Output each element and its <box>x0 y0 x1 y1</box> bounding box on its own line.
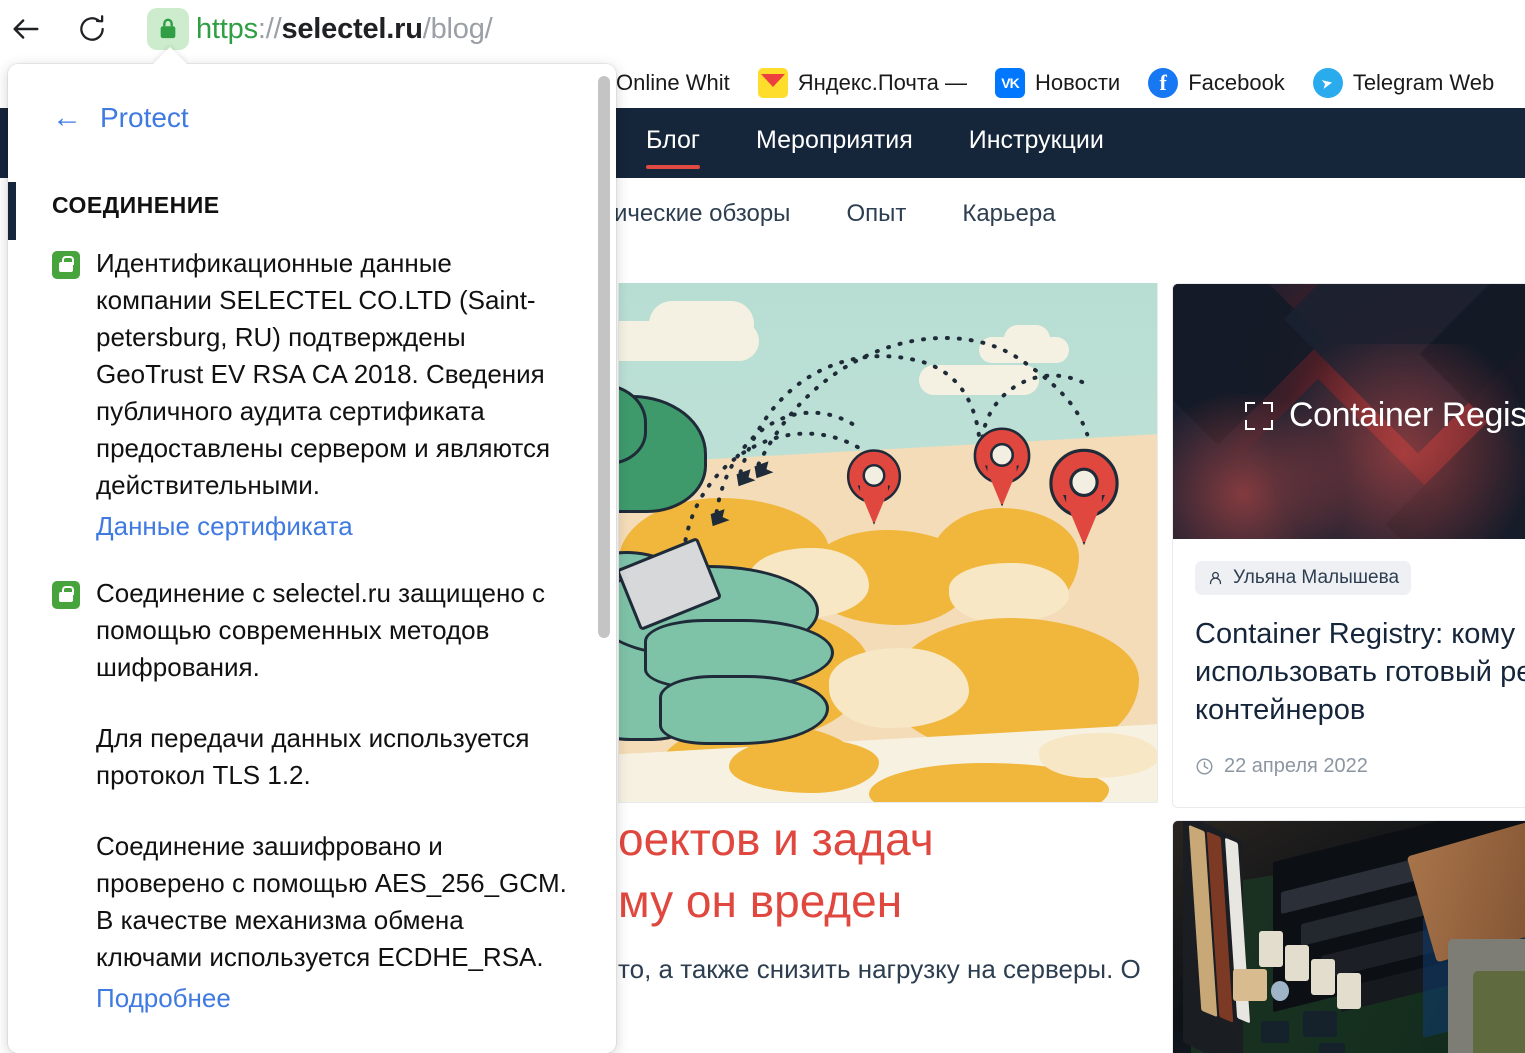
back-arrow-icon: ← <box>52 103 82 133</box>
bookmark-facebook[interactable]: f Facebook <box>1134 63 1299 103</box>
bookmark-label: Яндекс.Почта — <box>798 70 967 96</box>
cloud-icon <box>1004 325 1050 353</box>
browser-window: Блог Мероприятия Инструкции ические обзо… <box>0 0 1525 1053</box>
bookmark-vk-news[interactable]: VK Новости <box>981 63 1134 103</box>
popup-section-connection-title: СОЕДИНЕНИЕ <box>52 192 572 219</box>
map-pin-icon <box>847 449 901 524</box>
person-icon <box>1207 570 1224 587</box>
map-pin-icon <box>974 427 1031 506</box>
card-title[interactable]: Container Registry: кому нуже использова… <box>1195 615 1525 729</box>
back-arrow-icon[interactable] <box>4 7 48 51</box>
bookmark-label: Online Whit <box>616 70 730 96</box>
yandex-mail-icon <box>758 68 788 98</box>
headline-excerpt: то, а также снизить нагрузку на серверы.… <box>618 954 1163 985</box>
hero-illustration[interactable] <box>618 283 1158 803</box>
card-date-text: 22 апреля 2022 <box>1224 755 1368 778</box>
card-thumbnail-label: Container Registry <box>1245 396 1525 435</box>
protect-popup: ← Protect СОЕДИНЕНИЕ Идентификационные д… <box>8 64 616 1053</box>
article-card-hardware[interactable] <box>1172 820 1525 1053</box>
certificate-details-link[interactable]: Данные сертификата <box>96 508 572 545</box>
bookmark-label: Facebook <box>1188 70 1285 96</box>
article-headline[interactable]: оектов и задач му он вреден то, а также … <box>618 808 1163 985</box>
url-separator: :// <box>258 13 282 46</box>
clock-icon <box>1195 757 1214 776</box>
card-date: 22 апреля 2022 <box>1195 755 1525 778</box>
lock-icon <box>52 581 80 609</box>
bookmark-telegram-web[interactable]: Telegram Web <box>1299 63 1508 103</box>
bookmark-label: Новости <box>1035 70 1120 96</box>
subnav-item-reviews[interactable]: ические обзоры <box>586 200 818 228</box>
headline-line-1: оектов и задач <box>618 808 1163 870</box>
popup-scrollbar[interactable] <box>598 76 610 638</box>
vk-icon: VK <box>995 68 1025 98</box>
card-author-chip[interactable]: Ульяна Малышева <box>1195 561 1411 595</box>
reload-icon[interactable] <box>70 7 114 51</box>
card-thumbnail-photo <box>1173 821 1525 1053</box>
facebook-icon: f <box>1148 68 1178 98</box>
article-card-container-registry[interactable]: Container Registry Ульяна Малышева Conta… <box>1172 283 1525 808</box>
card-title-line-3: контейнеров <box>1195 691 1525 729</box>
popup-left-edge-artifact <box>8 182 16 240</box>
headline-line-2: му он вреден <box>618 870 1163 932</box>
lock-icon <box>52 251 80 279</box>
url-text[interactable]: https://selectel.ru/blog/ <box>196 9 492 49</box>
browser-omnibar: https://selectel.ru/blog/ <box>0 0 1525 58</box>
map-pin-icon <box>1049 449 1118 546</box>
cloud-icon <box>919 365 1039 395</box>
popup-encryption-row: Соединение с selectel.ru защищено с помо… <box>52 575 572 1017</box>
more-details-link[interactable]: Подробнее <box>96 980 572 1017</box>
popup-cipher-text: Соединение зашифровано и проверено с пом… <box>96 828 572 976</box>
bookmark-label: Telegram Web <box>1353 70 1494 96</box>
subnav-item-career[interactable]: Карьера <box>934 200 1083 228</box>
url-path: /blog/ <box>423 13 493 46</box>
telegram-icon <box>1313 68 1343 98</box>
popup-back-label: Protect <box>100 102 189 134</box>
cloud-icon <box>649 301 754 347</box>
topnav-item-instructions[interactable]: Инструкции <box>941 108 1132 155</box>
card-title-line-2: использовать готовый реест <box>1195 653 1525 691</box>
url-scheme: https <box>196 13 258 46</box>
container-registry-text: Container Registry <box>1289 396 1525 435</box>
bookmark-online-whiteboard[interactable]: Online Whit <box>606 63 744 103</box>
popup-connection-text: Соединение с selectel.ru защищено с помо… <box>96 575 572 686</box>
topnav-item-events[interactable]: Мероприятия <box>728 108 941 155</box>
container-registry-icon <box>1245 402 1273 430</box>
popup-back-button[interactable]: ← Protect <box>52 102 572 134</box>
url-host: selectel.ru <box>281 13 422 46</box>
card-thumbnail: Container Registry <box>1173 284 1525 539</box>
card-title-line-1: Container Registry: кому нуже <box>1195 615 1525 653</box>
topnav-item-blog[interactable]: Блог <box>618 108 728 155</box>
popup-certificate-text: Идентификационные данные компании SELECT… <box>96 245 572 504</box>
card-author-name: Ульяна Малышева <box>1233 567 1399 589</box>
lock-icon[interactable] <box>147 8 189 50</box>
bookmark-yandex-mail[interactable]: Яндекс.Почта — <box>744 63 981 103</box>
popup-certificate-row: Идентификационные данные компании SELECT… <box>52 245 572 545</box>
subnav-item-experience[interactable]: Опыт <box>818 200 934 228</box>
popup-tls-text: Для передачи данных используется протоко… <box>96 720 572 794</box>
